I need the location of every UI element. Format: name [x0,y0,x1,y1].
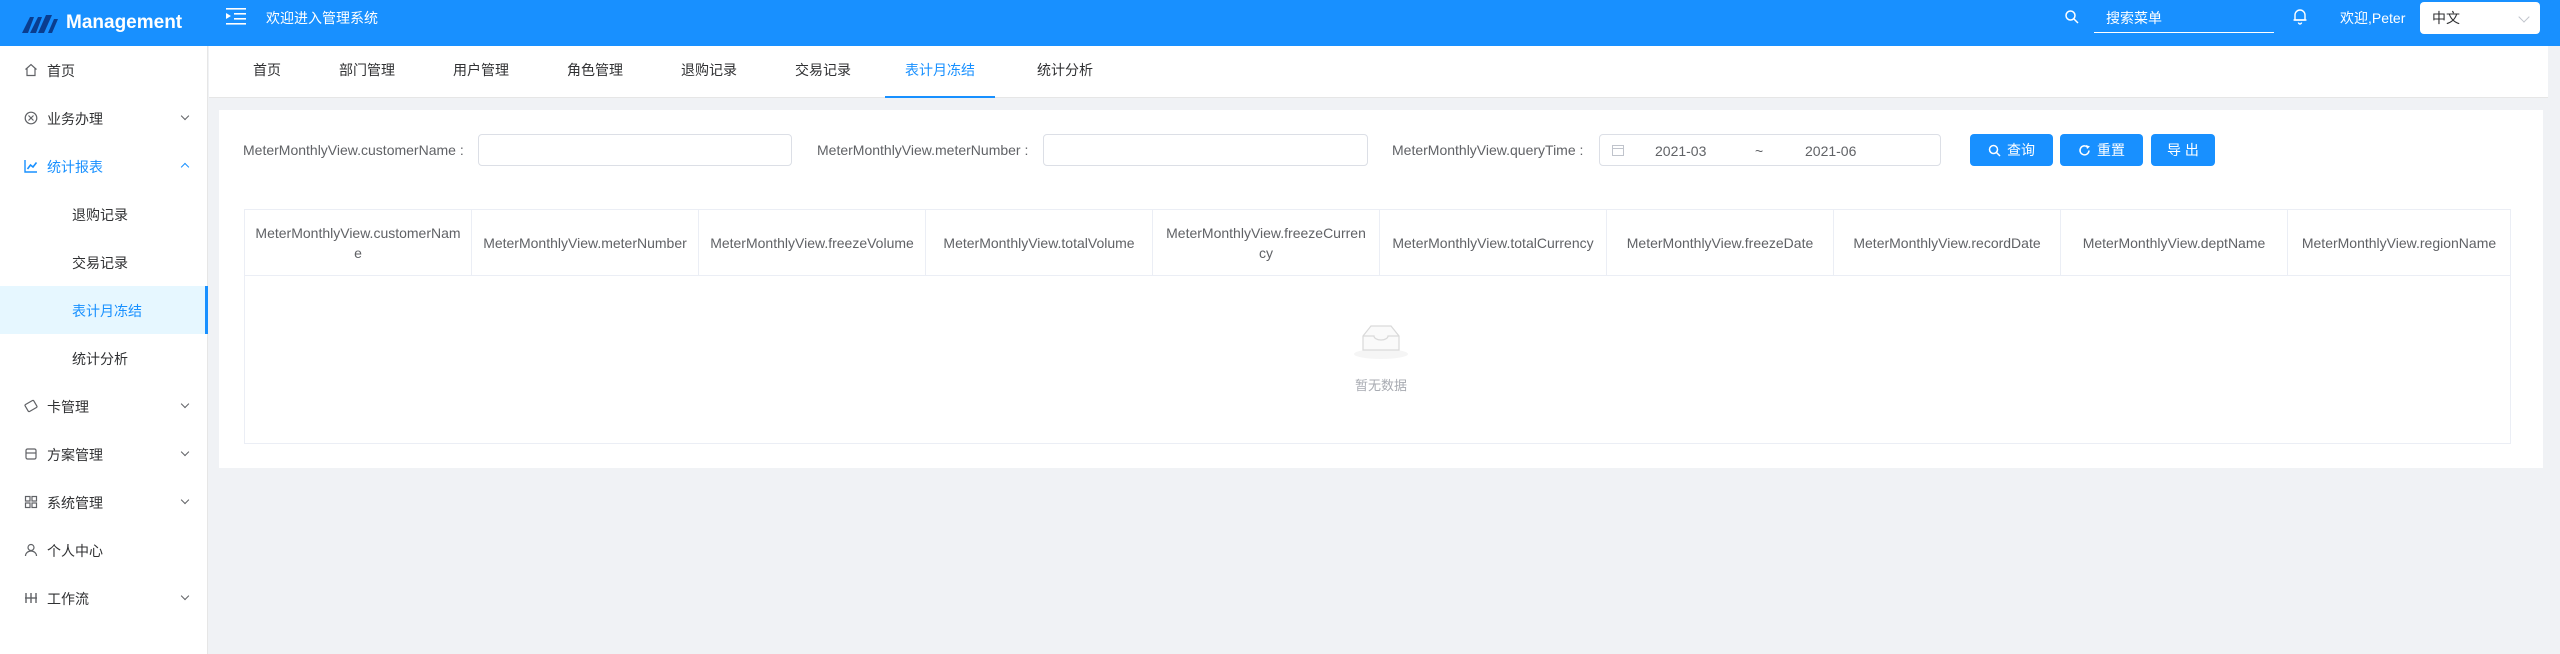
export-button[interactable]: 导 出 [2151,134,2215,166]
range-end[interactable]: 2021-06 [1805,143,1856,159]
table-header-freeze-date: MeterMonthlyView.freezeDate [1607,210,1834,276]
search-icon[interactable] [2064,9,2080,25]
tab-meter-monthly-freeze[interactable]: 表计月冻结 [885,46,995,98]
language-select[interactable]: 中文 [2420,2,2540,34]
search-button[interactable]: 查询 [1970,134,2053,166]
search-button-label: 查询 [2007,142,2035,158]
sidebar-item-business[interactable]: 业务办理 [0,94,208,142]
calendar-icon [1612,145,1624,156]
chevron-up-icon [180,162,190,172]
app-name: Management [66,12,183,33]
tab-role-management[interactable]: 角色管理 [547,46,643,98]
table-header-customer-name: MeterMonthlyView.customerName [245,210,472,276]
sidebar-item-system-management[interactable]: 系统管理 [0,478,208,526]
search-icon [1988,144,2001,157]
language-value: 中文 [2432,10,2460,26]
reset-button[interactable]: 重置 [2060,134,2143,166]
card-icon [24,399,38,413]
sidebar-item-label: 统计报表 [47,159,103,175]
content-panel: MeterMonthlyView.customerName : MeterMon… [219,110,2543,468]
empty-text: 暂无数据 [1354,378,1407,393]
tab-statistics-analysis[interactable]: 统计分析 [1017,46,1113,98]
chevron-down-icon [180,591,190,601]
sidebar-item-home[interactable]: 首页 [0,46,208,94]
tab-transaction-records[interactable]: 交易记录 [775,46,871,98]
sidebar-subitem-label: 表计月冻结 [72,303,142,319]
sidebar-subitem-statistics-analysis[interactable]: 统计分析 [0,334,208,382]
logo-icon [22,15,58,33]
empty-box-icon [1354,325,1408,359]
sidebar-item-label: 系统管理 [47,495,103,511]
query-time-range-picker[interactable]: 2021-03 ~ 2021-06 [1599,134,1941,166]
logo[interactable]: Management [22,0,182,46]
sidebar-subitem-label: 交易记录 [72,255,128,271]
page-scrollbar[interactable] [2548,46,2560,654]
range-separator: ~ [1755,143,1764,159]
table-header-dept-name: MeterMonthlyView.deptName [2061,210,2288,276]
sidebar-item-plan-management[interactable]: 方案管理 [0,430,208,478]
query-time-label: MeterMonthlyView.queryTime : [1392,142,1584,158]
tab-home[interactable]: 首页 [233,46,301,98]
welcome-text: 欢迎进入管理系统 [266,10,378,26]
data-table: MeterMonthlyView.customerName MeterMonth… [244,209,2511,444]
top-header: Management 欢迎进入管理系统 欢迎,Peter 中文 [0,0,2560,46]
tab-user-management[interactable]: 用户管理 [433,46,529,98]
chevron-down-icon [180,399,190,409]
sidebar-item-card-management[interactable]: 卡管理 [0,382,208,430]
table-header-freeze-currency: MeterMonthlyView.freezeCurrency [1153,210,1380,276]
tab-refund-records[interactable]: 退购记录 [661,46,757,98]
sidebar-item-reports[interactable]: 统计报表 [0,142,208,190]
table-header-record-date: MeterMonthlyView.recordDate [1834,210,2061,276]
user-icon [24,543,38,557]
table-header-total-currency: MeterMonthlyView.totalCurrency [1380,210,1607,276]
table-header-freeze-volume: MeterMonthlyView.freezeVolume [699,210,926,276]
range-start[interactable]: 2021-03 [1655,143,1706,159]
sidebar-item-label: 方案管理 [47,447,103,463]
tabs-bar: 首页 部门管理 用户管理 角色管理 退购记录 交易记录 表计月冻结 统计分析 [209,46,2560,98]
sidebar-subitem-transaction-records[interactable]: 交易记录 [0,238,208,286]
chevron-down-icon [180,111,190,121]
sidebar-subitem-refund-records[interactable]: 退购记录 [0,190,208,238]
table-header-meter-number: MeterMonthlyView.meterNumber [472,210,699,276]
sidebar-item-label: 工作流 [47,591,89,607]
customer-name-input[interactable] [478,134,792,166]
sidebar-subitem-label: 统计分析 [72,351,128,367]
sidebar-subitem-meter-monthly-freeze[interactable]: 表计月冻结 [0,286,208,334]
bell-icon[interactable] [2292,7,2308,25]
table-header-region-name: MeterMonthlyView.regionName [2288,210,2510,276]
menu-fold-icon[interactable] [226,6,248,26]
table-header-total-volume: MeterMonthlyView.totalVolume [926,210,1153,276]
user-greeting[interactable]: 欢迎,Peter [2340,8,2405,28]
meter-number-input[interactable] [1043,134,1368,166]
sidebar-item-label: 卡管理 [47,399,89,415]
system-icon [24,495,38,509]
chart-icon [24,160,38,173]
refresh-icon [2079,144,2090,156]
sidebar-item-workflow[interactable]: 工作流 [0,574,208,622]
chevron-down-icon [180,495,190,505]
chevron-down-icon [180,447,190,457]
chevron-down-icon [2518,11,2530,23]
sidebar: 首页 业务办理 统计报表 退购记录 交易记录 表计月冻结 统计分析 卡管理 方案… [0,46,208,654]
sidebar-item-personal-center[interactable]: 个人中心 [0,526,208,574]
business-icon [24,111,38,125]
sidebar-subitem-label: 退购记录 [72,207,128,223]
customer-name-label: MeterMonthlyView.customerName : [243,142,464,158]
meter-number-label: MeterMonthlyView.meterNumber : [817,142,1029,158]
workflow-icon [25,593,37,603]
menu-search-input[interactable] [2094,3,2274,33]
export-button-label: 导 出 [2167,142,2199,158]
sidebar-item-label: 个人中心 [47,543,103,559]
tab-department-management[interactable]: 部门管理 [319,46,415,98]
reset-button-label: 重置 [2097,142,2125,158]
plan-icon [25,448,37,460]
sidebar-item-label: 业务办理 [47,111,103,127]
home-icon [25,63,37,77]
sidebar-item-label: 首页 [47,63,75,79]
